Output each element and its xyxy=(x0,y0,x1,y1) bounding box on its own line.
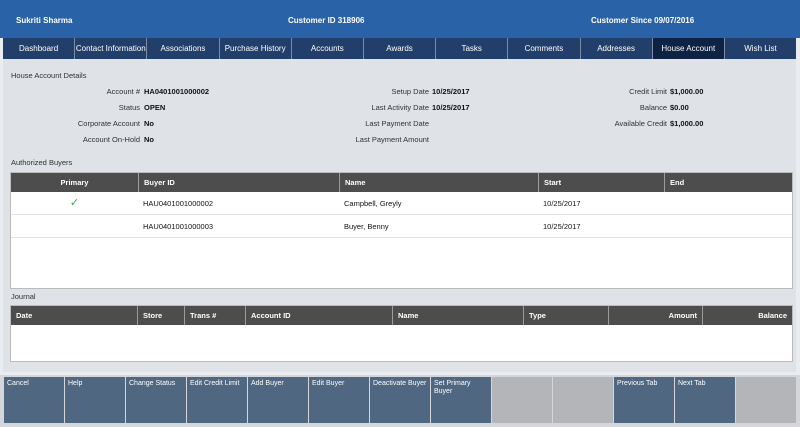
last-payment-date-label: Last Payment Date xyxy=(365,119,429,128)
table-header: Date Store Trans # Account ID Name Type … xyxy=(11,306,792,325)
setup-date-value: 10/25/2017 xyxy=(432,87,470,96)
primary-cell xyxy=(11,215,138,238)
authorized-buyers-table: Primary Buyer ID Name Start End ✓ HAU040… xyxy=(10,172,793,289)
function-button-bar: Cancel Help Change Status Edit Credit Li… xyxy=(0,375,800,427)
column-header-type[interactable]: Type xyxy=(523,306,608,325)
column-header-trans[interactable]: Trans # xyxy=(184,306,245,325)
corporate-account-label: Corporate Account xyxy=(77,119,140,128)
column-header-primary[interactable]: Primary xyxy=(11,173,138,192)
table-row[interactable]: ✓ HAU0401001000002 Campbell, Greyly 10/2… xyxy=(11,192,792,215)
tab-dashboard[interactable]: Dashboard xyxy=(3,38,76,59)
column-header-end[interactable]: End xyxy=(664,173,792,192)
balance-value: $0.00 xyxy=(670,103,689,112)
account-on-hold-label: Account On-Hold xyxy=(82,135,140,144)
setup-date-label: Setup Date xyxy=(391,87,429,96)
buyer-name-cell: Buyer, Benny xyxy=(344,222,389,231)
tab-wish-list[interactable]: Wish List xyxy=(725,38,796,59)
journal-table: Date Store Trans # Account ID Name Type … xyxy=(10,305,793,362)
credit-limit-label: Credit Limit xyxy=(629,87,667,96)
deactivate-buyer-button[interactable]: Deactivate Buyer xyxy=(370,377,430,423)
customer-since: Customer Since 09/07/2016 xyxy=(591,16,695,25)
table-header: Primary Buyer ID Name Start End xyxy=(11,173,792,192)
column-header-buyer-id[interactable]: Buyer ID xyxy=(138,173,339,192)
available-credit-label: Available Credit xyxy=(614,119,667,128)
account-number-label: Account # xyxy=(106,87,140,96)
corporate-account-value: No xyxy=(144,119,154,128)
last-activity-date-label: Last Activity Date xyxy=(371,103,429,112)
tab-associations[interactable]: Associations xyxy=(147,38,220,59)
column-header-account-id[interactable]: Account ID xyxy=(245,306,392,325)
checkmark-icon: ✓ xyxy=(69,197,80,209)
balance-label: Balance xyxy=(639,103,667,112)
tab-bar: Dashboard Contact Information Associatio… xyxy=(3,38,796,65)
change-status-button[interactable]: Change Status xyxy=(126,377,186,423)
empty-function-button xyxy=(553,377,613,423)
column-header-name[interactable]: Name xyxy=(339,173,538,192)
empty-function-button xyxy=(736,377,796,423)
tab-purchase-history[interactable]: Purchase History xyxy=(220,38,292,59)
tab-comments[interactable]: Comments xyxy=(508,38,581,59)
column-header-name[interactable]: Name xyxy=(392,306,523,325)
authorized-buyers-title: Authorized Buyers xyxy=(11,158,73,167)
cancel-button[interactable]: Cancel xyxy=(4,377,64,423)
tab-tasks[interactable]: Tasks xyxy=(436,38,509,59)
edit-credit-limit-button[interactable]: Edit Credit Limit xyxy=(187,377,247,423)
buyer-id-cell: HAU0401001000002 xyxy=(143,199,214,208)
tab-awards[interactable]: Awards xyxy=(364,38,437,59)
details-section-title: House Account Details xyxy=(11,71,87,80)
help-button[interactable]: Help xyxy=(65,377,125,423)
buyer-start-cell: 10/25/2017 xyxy=(543,222,581,231)
last-payment-amount-label: Last Payment Amount xyxy=(355,135,429,144)
tab-house-account[interactable]: House Account xyxy=(652,38,725,65)
house-account-content: House Account Details Account # HA040100… xyxy=(3,59,796,372)
previous-tab-button[interactable]: Previous Tab xyxy=(614,377,674,423)
empty-function-button xyxy=(492,377,552,423)
column-header-date[interactable]: Date xyxy=(11,306,137,325)
column-header-store[interactable]: Store xyxy=(137,306,184,325)
add-buyer-button[interactable]: Add Buyer xyxy=(248,377,308,423)
customer-id: Customer ID 318906 xyxy=(288,16,365,25)
available-credit-value: $1,000.00 xyxy=(670,119,704,128)
tab-accounts[interactable]: Accounts xyxy=(292,38,364,59)
customer-header: Sukriti Sharma Customer ID 318906 Custom… xyxy=(0,0,800,38)
set-primary-buyer-button[interactable]: Set Primary Buyer xyxy=(431,377,491,423)
tab-addresses[interactable]: Addresses xyxy=(581,38,653,59)
column-header-start[interactable]: Start xyxy=(538,173,664,192)
status-label: Status xyxy=(118,103,140,112)
next-tab-button[interactable]: Next Tab xyxy=(675,377,735,423)
journal-title: Journal xyxy=(11,292,36,301)
customer-name: Sukriti Sharma xyxy=(16,16,73,25)
status-value: OPEN xyxy=(144,103,166,112)
edit-buyer-button[interactable]: Edit Buyer xyxy=(309,377,369,423)
account-on-hold-value: No xyxy=(144,135,154,144)
table-row[interactable]: HAU0401001000003 Buyer, Benny 10/25/2017 xyxy=(11,215,792,238)
buyer-name-cell: Campbell, Greyly xyxy=(344,199,402,208)
tab-contact-information[interactable]: Contact Information xyxy=(75,38,148,59)
credit-limit-value: $1,000.00 xyxy=(670,87,704,96)
column-header-balance[interactable]: Balance xyxy=(702,306,792,325)
last-activity-date-value: 10/25/2017 xyxy=(432,103,470,112)
account-number-value: HA0401001000002 xyxy=(144,87,210,96)
column-header-amount[interactable]: Amount xyxy=(608,306,702,325)
buyer-id-cell: HAU0401001000003 xyxy=(143,222,214,231)
buyer-start-cell: 10/25/2017 xyxy=(543,199,581,208)
